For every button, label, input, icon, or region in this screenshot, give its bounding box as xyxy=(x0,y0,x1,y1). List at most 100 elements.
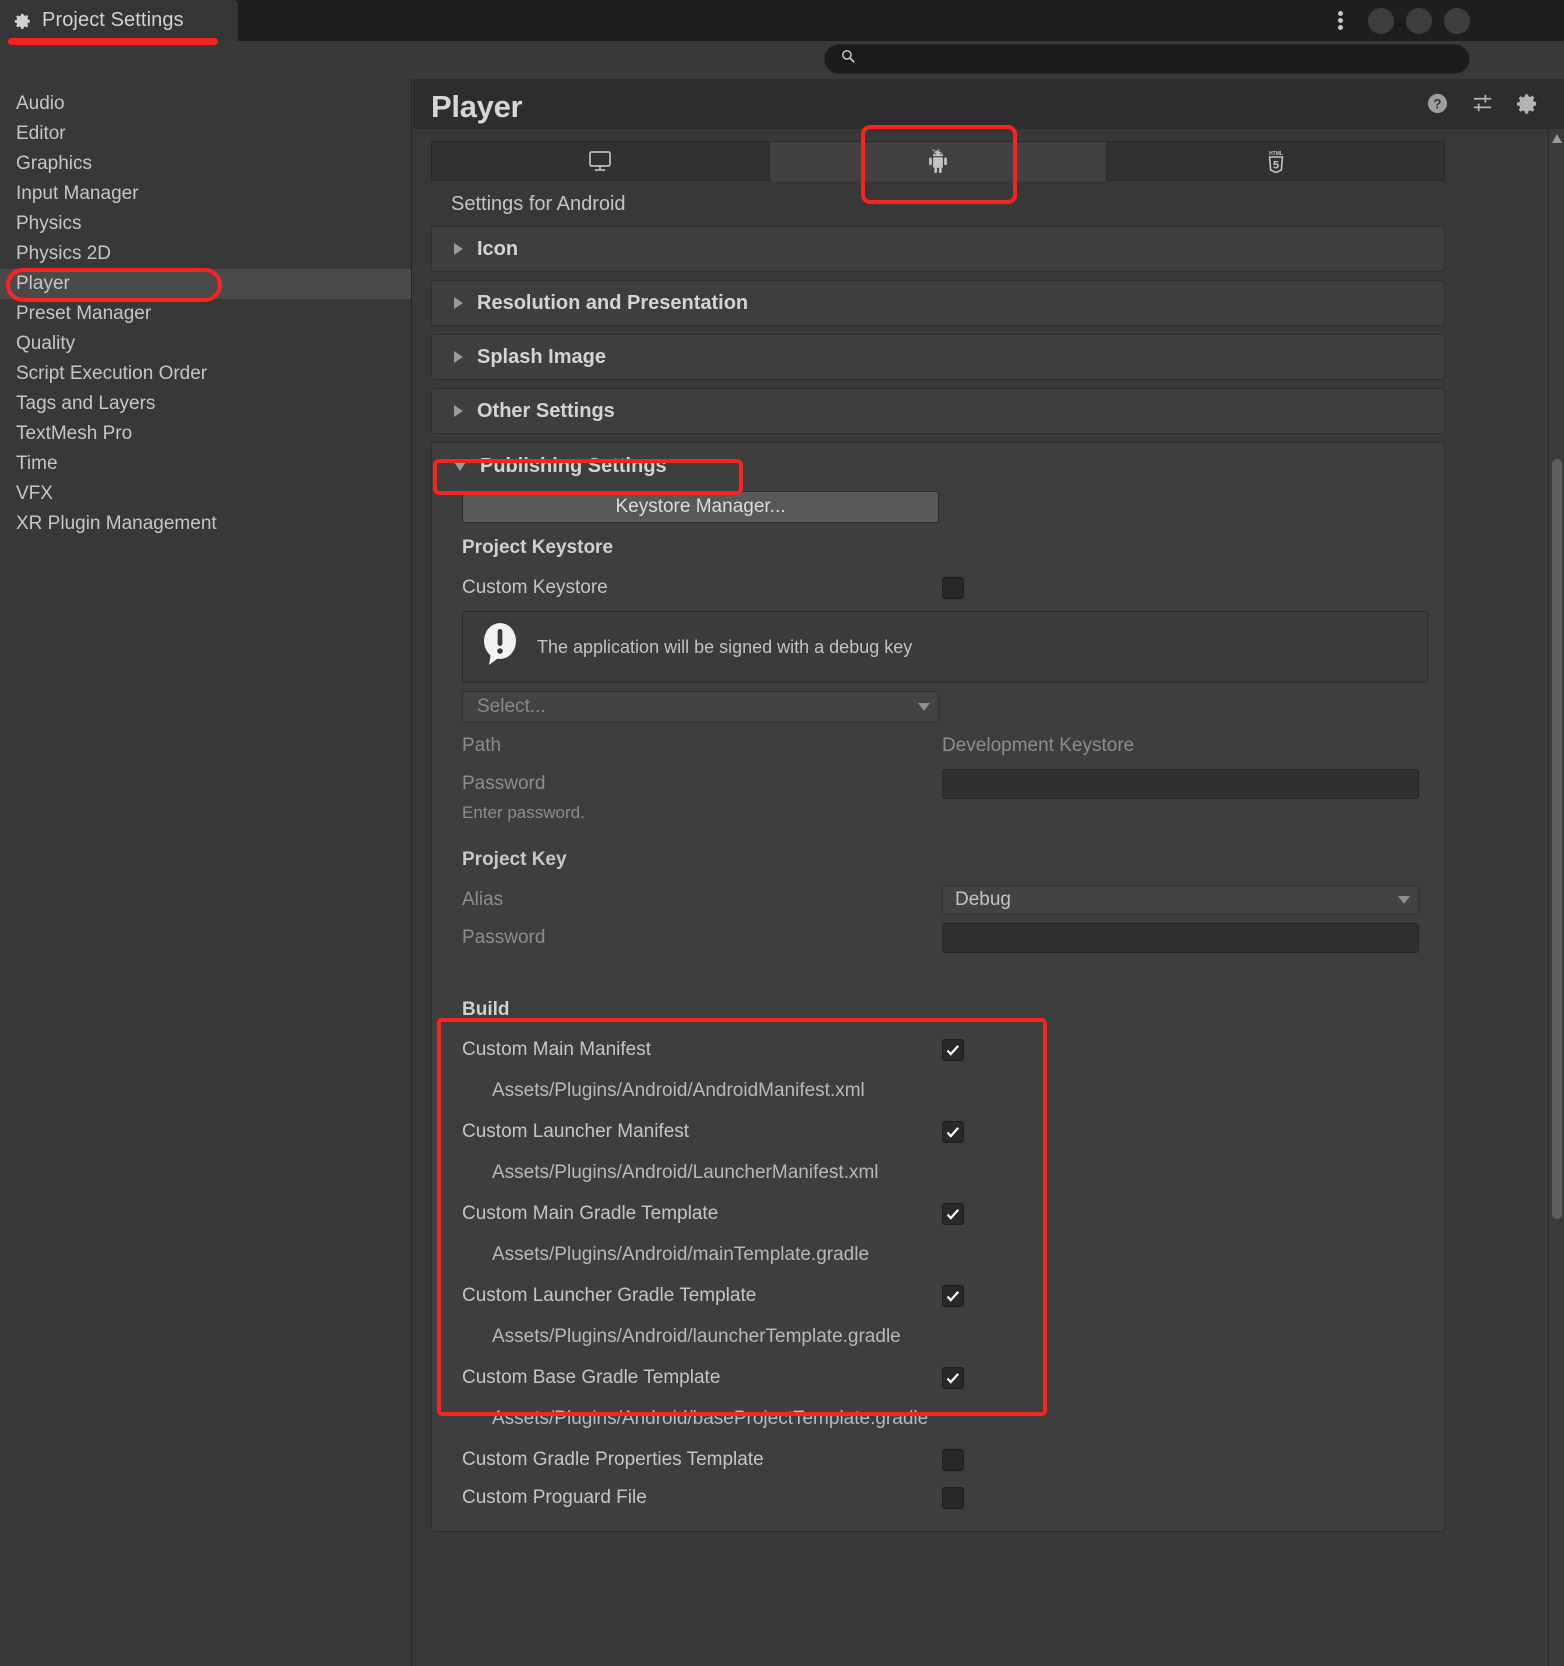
custom-base-gradle-template-checkbox[interactable] xyxy=(942,1367,964,1389)
keystore-path-row: Path Development Keystore xyxy=(462,727,1428,765)
key-password-input[interactable] xyxy=(942,923,1419,953)
settings-content: Settings for Android Icon Resolution and… xyxy=(431,181,1445,1532)
preset-sliders-icon[interactable] xyxy=(1471,92,1494,115)
sidebar-item-time[interactable]: Time xyxy=(0,449,411,479)
foldout-label: Icon xyxy=(477,237,519,260)
custom-keystore-checkbox[interactable] xyxy=(942,577,964,599)
project-settings-window: Project Settings Audio Editor Graphics I… xyxy=(0,0,1564,1666)
sidebar-item-audio[interactable]: Audio xyxy=(0,89,411,119)
custom-keystore-row[interactable]: Custom Keystore xyxy=(462,569,1428,607)
sidebar-item-script-execution-order[interactable]: Script Execution Order xyxy=(0,359,411,389)
maximize-button[interactable] xyxy=(1406,8,1432,34)
sidebar-item-player[interactable]: Player xyxy=(0,269,411,299)
platform-tab-standalone[interactable] xyxy=(431,141,770,181)
sidebar-item-preset-manager[interactable]: Preset Manager xyxy=(0,299,411,329)
sidebar-item-label: Quality xyxy=(16,333,76,354)
minimize-button[interactable] xyxy=(1368,8,1394,34)
sidebar-item-xr-plugin-management[interactable]: XR Plugin Management xyxy=(0,509,411,539)
project-keystore-title: Project Keystore xyxy=(462,537,614,558)
keystore-password-input[interactable] xyxy=(942,769,1419,799)
platform-tab-webgl[interactable]: HTML 5 xyxy=(1107,141,1446,181)
search-input[interactable] xyxy=(865,51,1469,67)
foldout-resolution-and-presentation[interactable]: Resolution and Presentation xyxy=(431,280,1445,326)
custom-keystore-label: Custom Keystore xyxy=(462,577,608,598)
foldout-splash-image[interactable]: Splash Image xyxy=(431,334,1445,380)
sidebar-item-textmesh-pro[interactable]: TextMesh Pro xyxy=(0,419,411,449)
row-label: Custom Launcher Manifest xyxy=(462,1121,690,1142)
publishing-settings-header[interactable]: Publishing Settings xyxy=(432,443,1444,489)
sidebar-item-label: XR Plugin Management xyxy=(16,513,217,534)
key-alias-row[interactable]: Alias Debug xyxy=(462,881,1428,919)
foldout-label: Splash Image xyxy=(477,345,606,368)
keystore-manager-button[interactable]: Keystore Manager... xyxy=(462,491,939,523)
android-robot-icon xyxy=(926,148,950,174)
custom-main-manifest-checkbox[interactable] xyxy=(942,1039,964,1061)
custom-gradle-properties-template-checkbox[interactable] xyxy=(942,1449,964,1471)
vertical-scrollbar[interactable] xyxy=(1548,129,1564,1666)
sidebar-item-label: VFX xyxy=(16,483,53,504)
key-password-label: Password xyxy=(462,927,546,948)
custom-proguard-file-checkbox[interactable] xyxy=(942,1487,964,1509)
foldout-label: Publishing Settings xyxy=(480,454,667,477)
keystore-path-label: Path xyxy=(462,735,502,756)
sidebar-item-input-manager[interactable]: Input Manager xyxy=(0,179,411,209)
chevron-right-icon xyxy=(454,405,463,417)
row-label: Custom Main Gradle Template xyxy=(462,1203,719,1224)
scrollbar-thumb[interactable] xyxy=(1552,459,1562,1219)
svg-text:5: 5 xyxy=(1273,160,1279,172)
keystore-password-row[interactable]: Password xyxy=(462,765,1428,803)
keystore-select-dropdown[interactable]: Select... xyxy=(462,691,939,723)
close-button[interactable] xyxy=(1444,8,1470,34)
custom-proguard-file-row[interactable]: Custom Proguard File xyxy=(462,1479,1428,1517)
keystore-password-hint: Enter password. xyxy=(462,803,585,822)
custom-gradle-properties-template-row[interactable]: Custom Gradle Properties Template xyxy=(462,1441,1428,1479)
chevron-right-icon xyxy=(454,297,463,309)
publishing-settings-body: Keystore Manager... Project Keystore Cus… xyxy=(432,491,1444,1517)
gear-icon[interactable] xyxy=(1516,92,1539,115)
settings-category-sidebar[interactable]: Audio Editor Graphics Input Manager Phys… xyxy=(0,79,412,1666)
custom-main-manifest-row[interactable]: Custom Main Manifest xyxy=(462,1031,1428,1069)
chevron-up-icon[interactable] xyxy=(1552,134,1562,143)
row-label: Custom Launcher Gradle Template xyxy=(462,1285,757,1306)
window-tab-label: Project Settings xyxy=(42,9,184,31)
foldout-other-settings[interactable]: Other Settings xyxy=(431,388,1445,434)
row-label: Custom Proguard File xyxy=(462,1487,647,1508)
svg-text:?: ? xyxy=(1433,97,1441,112)
window-tab-project-settings[interactable]: Project Settings xyxy=(0,0,238,41)
custom-main-manifest-path: Assets/Plugins/Android/AndroidManifest.x… xyxy=(492,1080,865,1101)
foldout-icon[interactable]: Icon xyxy=(431,226,1445,272)
sidebar-item-tags-and-layers[interactable]: Tags and Layers xyxy=(0,389,411,419)
sidebar-item-label: Preset Manager xyxy=(16,303,152,324)
page-title: Player xyxy=(431,89,523,124)
key-password-row[interactable]: Password xyxy=(462,919,1428,957)
sidebar-item-vfx[interactable]: VFX xyxy=(0,479,411,509)
platform-tabstrip[interactable]: HTML 5 xyxy=(431,141,1446,181)
sidebar-item-physics[interactable]: Physics xyxy=(0,209,411,239)
sidebar-item-label: Player xyxy=(16,273,70,294)
custom-main-gradle-template-path: Assets/Plugins/Android/mainTemplate.grad… xyxy=(492,1244,870,1265)
chevron-right-icon xyxy=(454,243,463,255)
custom-launcher-manifest-row[interactable]: Custom Launcher Manifest xyxy=(462,1113,1428,1151)
help-icon[interactable]: ? xyxy=(1426,92,1449,115)
chevron-down-icon xyxy=(1398,896,1410,904)
platform-tab-android[interactable] xyxy=(769,141,1108,181)
row-label: Custom Base Gradle Template xyxy=(462,1367,721,1388)
svg-text:HTML: HTML xyxy=(1269,151,1283,157)
sidebar-item-editor[interactable]: Editor xyxy=(0,119,411,149)
chevron-right-icon xyxy=(454,351,463,363)
sidebar-item-physics-2d[interactable]: Physics 2D xyxy=(0,239,411,269)
sidebar-item-label: Input Manager xyxy=(16,183,139,204)
custom-base-gradle-template-row[interactable]: Custom Base Gradle Template xyxy=(462,1359,1428,1397)
sidebar-item-quality[interactable]: Quality xyxy=(0,329,411,359)
sidebar-item-label: Script Execution Order xyxy=(16,363,208,384)
custom-main-gradle-template-row[interactable]: Custom Main Gradle Template xyxy=(462,1195,1428,1233)
key-alias-dropdown[interactable]: Debug xyxy=(942,885,1419,915)
search-box[interactable] xyxy=(824,44,1470,74)
window-titlebar: Project Settings xyxy=(0,0,1564,41)
custom-launcher-manifest-checkbox[interactable] xyxy=(942,1121,964,1143)
custom-launcher-gradle-template-checkbox[interactable] xyxy=(942,1285,964,1307)
sidebar-item-graphics[interactable]: Graphics xyxy=(0,149,411,179)
kebab-menu-icon[interactable] xyxy=(1337,11,1343,30)
custom-main-gradle-template-checkbox[interactable] xyxy=(942,1203,964,1225)
custom-launcher-gradle-template-row[interactable]: Custom Launcher Gradle Template xyxy=(462,1277,1428,1315)
